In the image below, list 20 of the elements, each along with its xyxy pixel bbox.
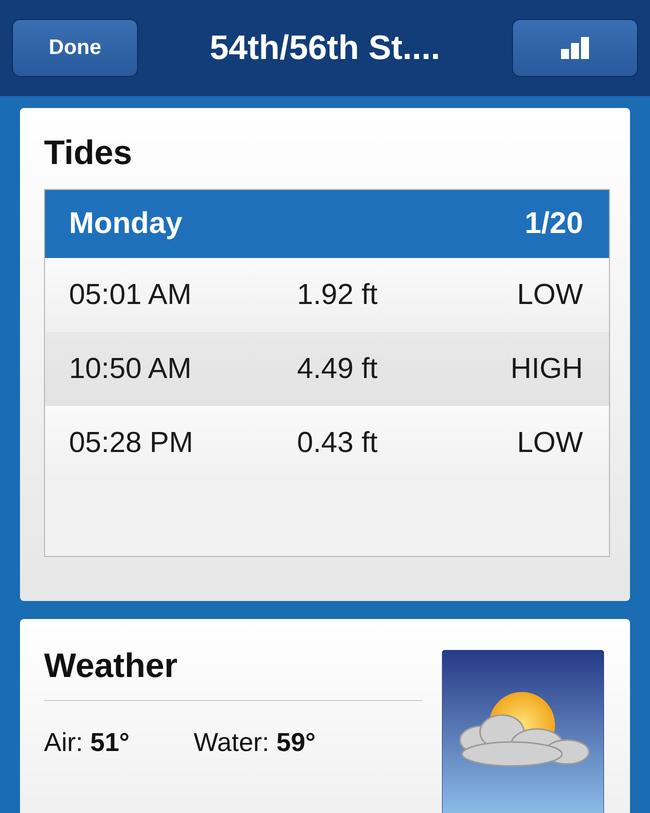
- tides-title: Tides: [44, 134, 134, 173]
- done-button[interactable]: Done: [12, 19, 138, 77]
- tide-type: LOW: [516, 278, 583, 312]
- tide-time: 10:50 AM: [69, 352, 193, 386]
- tide-type: HIGH: [510, 352, 583, 386]
- weather-title: Weather: [44, 647, 422, 701]
- tide-height: 0.43 ft: [297, 426, 379, 460]
- bar-chart-icon: [560, 37, 590, 59]
- tide-height: 4.49 ft: [297, 352, 379, 386]
- temperature-reading: Air: 51°: [44, 727, 130, 758]
- tide-height: 1.92 ft: [297, 278, 379, 312]
- location-title: 54th/56th St....: [210, 28, 440, 68]
- chart-button[interactable]: [512, 19, 638, 77]
- day-label: Monday: [69, 207, 182, 241]
- date-label: 1/20: [524, 207, 583, 241]
- sun-cloud-icon: [442, 650, 604, 813]
- tide-time: 05:28 PM: [69, 426, 194, 460]
- temperature-reading: Water: 59°: [194, 727, 316, 758]
- tide-time: 05:01 AM: [69, 278, 193, 312]
- tide-type: LOW: [516, 426, 583, 460]
